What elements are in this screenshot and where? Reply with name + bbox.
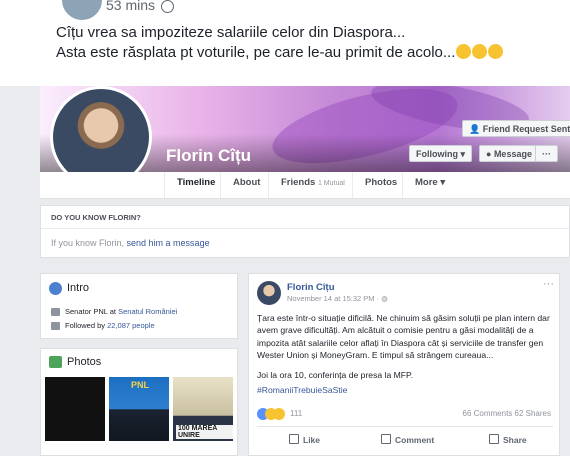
like-button[interactable]: Like: [289, 434, 320, 445]
photo-thumbnail[interactable]: [45, 377, 105, 441]
share-button[interactable]: Share: [489, 434, 527, 445]
poster-avatar[interactable]: [60, 0, 104, 22]
author-name[interactable]: Florin Cîțu: [287, 282, 335, 293]
photos-title[interactable]: Photos: [67, 356, 101, 368]
tab-more[interactable]: More ▾: [402, 172, 454, 198]
briefcase-icon: [51, 308, 60, 316]
following-button[interactable]: Following ▾: [409, 145, 473, 162]
laughing-emoji-icon: [488, 44, 504, 59]
photo-label: PNL: [131, 380, 149, 390]
timeline-post: Florin Cîțu November 14 at 15:32 PM · ◍ …: [248, 273, 560, 456]
intro-title: Intro: [67, 282, 90, 294]
photos-icon: [49, 356, 62, 368]
photo-thumbnail[interactable]: PNL: [109, 377, 169, 441]
tab-timeline[interactable]: Timeline: [164, 172, 218, 198]
divider: [41, 228, 569, 229]
add-friend-icon: 👤: [469, 124, 483, 134]
message-label: Message: [493, 149, 532, 159]
comment-icon: [381, 434, 391, 444]
reaction-count[interactable]: 111: [290, 409, 302, 418]
shared-screenshot: Florin Cîțu 👤 Friend Request Sent Follow…: [40, 86, 570, 456]
comment-label: Comment: [395, 435, 435, 445]
more-options-button[interactable]: ···: [535, 145, 558, 162]
post-card: 53 mins Cîțu vrea sa impoziteze salariil…: [0, 0, 570, 86]
profile-name[interactable]: Florin Cîțu: [166, 146, 251, 166]
know-prefix: If you know Florin,: [51, 238, 127, 248]
tab-friends-label: Friends: [281, 177, 316, 188]
profile-tabs: Timeline About Friends 1 Mutual Photos M…: [40, 172, 570, 199]
senate-link[interactable]: Senatul României: [118, 307, 177, 316]
thumbs-up-icon: [289, 434, 299, 444]
post-body: Țara este într-o situație dificilă. Ne c…: [257, 313, 550, 360]
followers-link[interactable]: 22,087 people: [107, 321, 155, 330]
intro-followers-prefix: Followed by: [65, 321, 108, 330]
followers-icon: [51, 322, 60, 330]
share-icon: [489, 434, 499, 444]
intro-work-prefix: Senator PNL at: [65, 307, 119, 316]
photos-card: Photos PNL 100 MAREA UNIRE: [40, 348, 238, 456]
tab-friends[interactable]: Friends 1 Mutual: [268, 172, 352, 198]
message-button[interactable]: ● Message: [479, 145, 539, 162]
profile-photo: [53, 89, 149, 185]
post-body-2: Joi la ora 10, conferința de presa la MF…: [257, 370, 414, 380]
author-avatar[interactable]: [257, 281, 281, 305]
know-florin-card: DO YOU KNOW FLORIN? If you know Florin, …: [40, 205, 570, 258]
photo-label: 100 MAREA UNIRE: [176, 425, 233, 439]
share-label: Share: [503, 435, 527, 445]
post-time[interactable]: 53 mins: [106, 0, 155, 13]
know-title: DO YOU KNOW FLORIN?: [51, 213, 141, 222]
laughing-emoji-icon: [472, 44, 488, 59]
divider: [257, 426, 553, 427]
send-message-link[interactable]: send him a message: [127, 238, 210, 248]
post-date: November 14 at 15:32 PM · ◍: [287, 294, 388, 303]
tab-about[interactable]: About: [220, 172, 268, 198]
post-text-line1: Cîțu vrea sa impoziteze salariile celor …: [56, 24, 406, 41]
friend-request-sent-button[interactable]: 👤 Friend Request Sent: [462, 120, 570, 137]
post-text-line2: Asta este răsplata pt voturile, pe care …: [56, 44, 504, 61]
post-stats[interactable]: 66 Comments 62 Shares: [463, 409, 552, 418]
photo-thumbnail[interactable]: 100 MAREA UNIRE: [173, 377, 233, 441]
globe-icon: [161, 0, 174, 13]
post-text-line2-text: Asta este răsplata pt voturile, pe care …: [56, 44, 456, 61]
tab-photos[interactable]: Photos: [352, 172, 402, 198]
sad-reaction-icon: [273, 408, 285, 420]
laughing-emoji-icon: [456, 44, 472, 59]
intro-work: Senator PNL at Senatul României: [65, 307, 177, 316]
hashtag-link[interactable]: #RomaniiTrebuieSaStie: [257, 385, 347, 395]
know-text: If you know Florin, send him a message: [51, 238, 210, 248]
comment-button[interactable]: Comment: [381, 434, 434, 445]
post-options-icon[interactable]: ···: [543, 278, 554, 290]
globe-icon: ◍: [381, 294, 388, 303]
intro-card: Intro Senator PNL at Senatul României Fo…: [40, 273, 238, 339]
messenger-icon: ●: [486, 149, 494, 159]
globe-icon: [49, 282, 62, 295]
friend-request-sent-label: Friend Request Sent: [482, 124, 570, 134]
post-date-text[interactable]: November 14 at 15:32 PM ·: [287, 294, 381, 303]
intro-followers: Followed by 22,087 people: [65, 321, 155, 330]
like-label: Like: [303, 435, 321, 445]
mutual-count: 1 Mutual: [317, 180, 345, 187]
